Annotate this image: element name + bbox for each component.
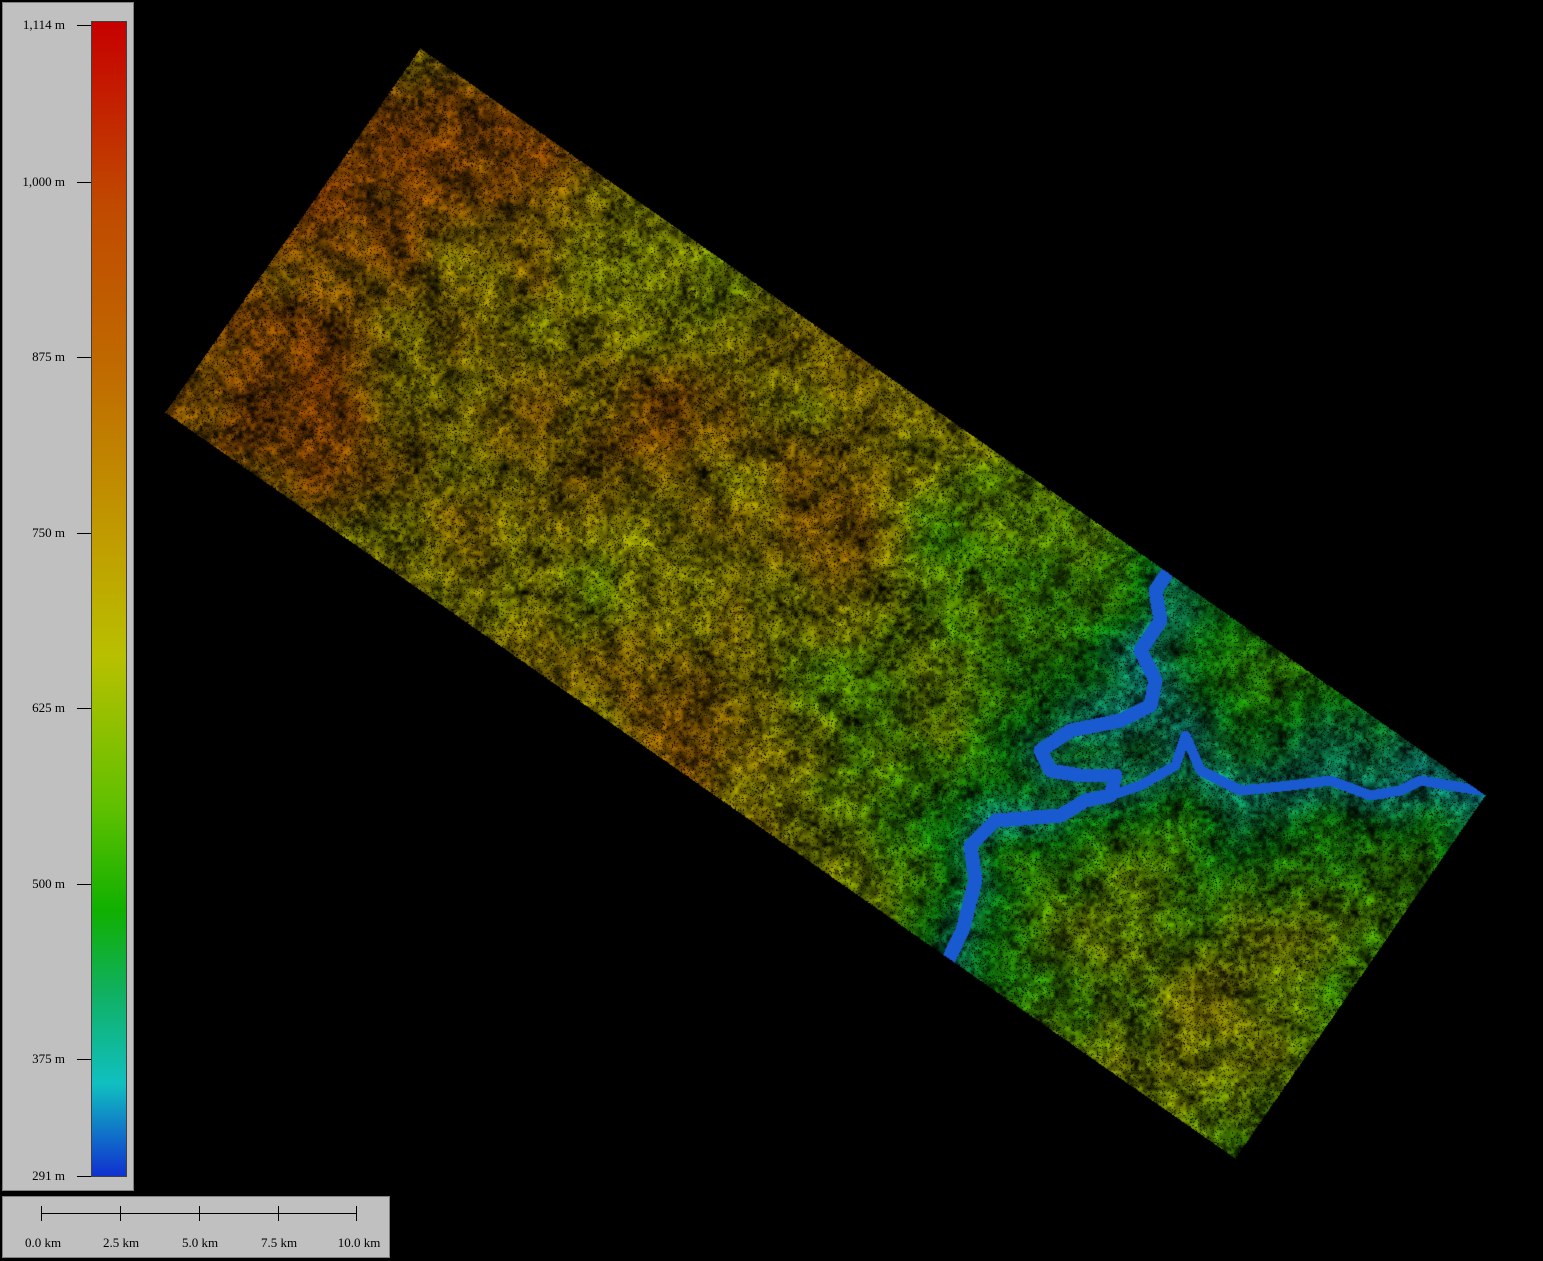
- scale-bar-label: 7.5 km: [260, 1235, 298, 1250]
- scale-bar-tick: [41, 1206, 42, 1221]
- legend-tick: [77, 357, 91, 358]
- scale-bar-label: 0.0 km: [24, 1235, 62, 1250]
- scale-bar-tick: [199, 1206, 200, 1221]
- scale-bar: 0.0 km 2.5 km 5.0 km 7.5 km 10.0 km: [2, 1196, 390, 1258]
- legend-label: 500 m: [32, 876, 65, 891]
- legend-label: 375 m: [32, 1051, 65, 1066]
- scale-bar-tick: [356, 1206, 357, 1221]
- legend-tick: [77, 533, 91, 534]
- elevation-map[interactable]: [0, 0, 1543, 1261]
- scale-bar-label: 2.5 km: [102, 1235, 140, 1250]
- scale-bar-tick: [120, 1206, 121, 1221]
- legend-tick: [77, 1176, 91, 1177]
- legend-label: 625 m: [32, 700, 65, 715]
- legend-tick: [77, 884, 91, 885]
- scale-bar-label: 5.0 km: [181, 1235, 219, 1250]
- legend-label: 750 m: [32, 525, 65, 540]
- legend-tick: [77, 182, 91, 183]
- legend-label-max: 1,114 m: [22, 17, 65, 32]
- legend-tick: [77, 708, 91, 709]
- legend-label: 1,000 m: [22, 174, 65, 189]
- legend-tick: [77, 25, 91, 26]
- legend-tick: [77, 1059, 91, 1060]
- legend-label: 875 m: [32, 349, 65, 364]
- scale-bar-label: 10.0 km: [337, 1235, 381, 1250]
- elevation-legend: 1,114 m 1,000 m 875 m 750 m 625 m 500 m …: [2, 2, 134, 1191]
- elevation-color-ramp: [91, 21, 127, 1177]
- scale-bar-tick: [278, 1206, 279, 1221]
- legend-label-min: 291 m: [32, 1168, 65, 1183]
